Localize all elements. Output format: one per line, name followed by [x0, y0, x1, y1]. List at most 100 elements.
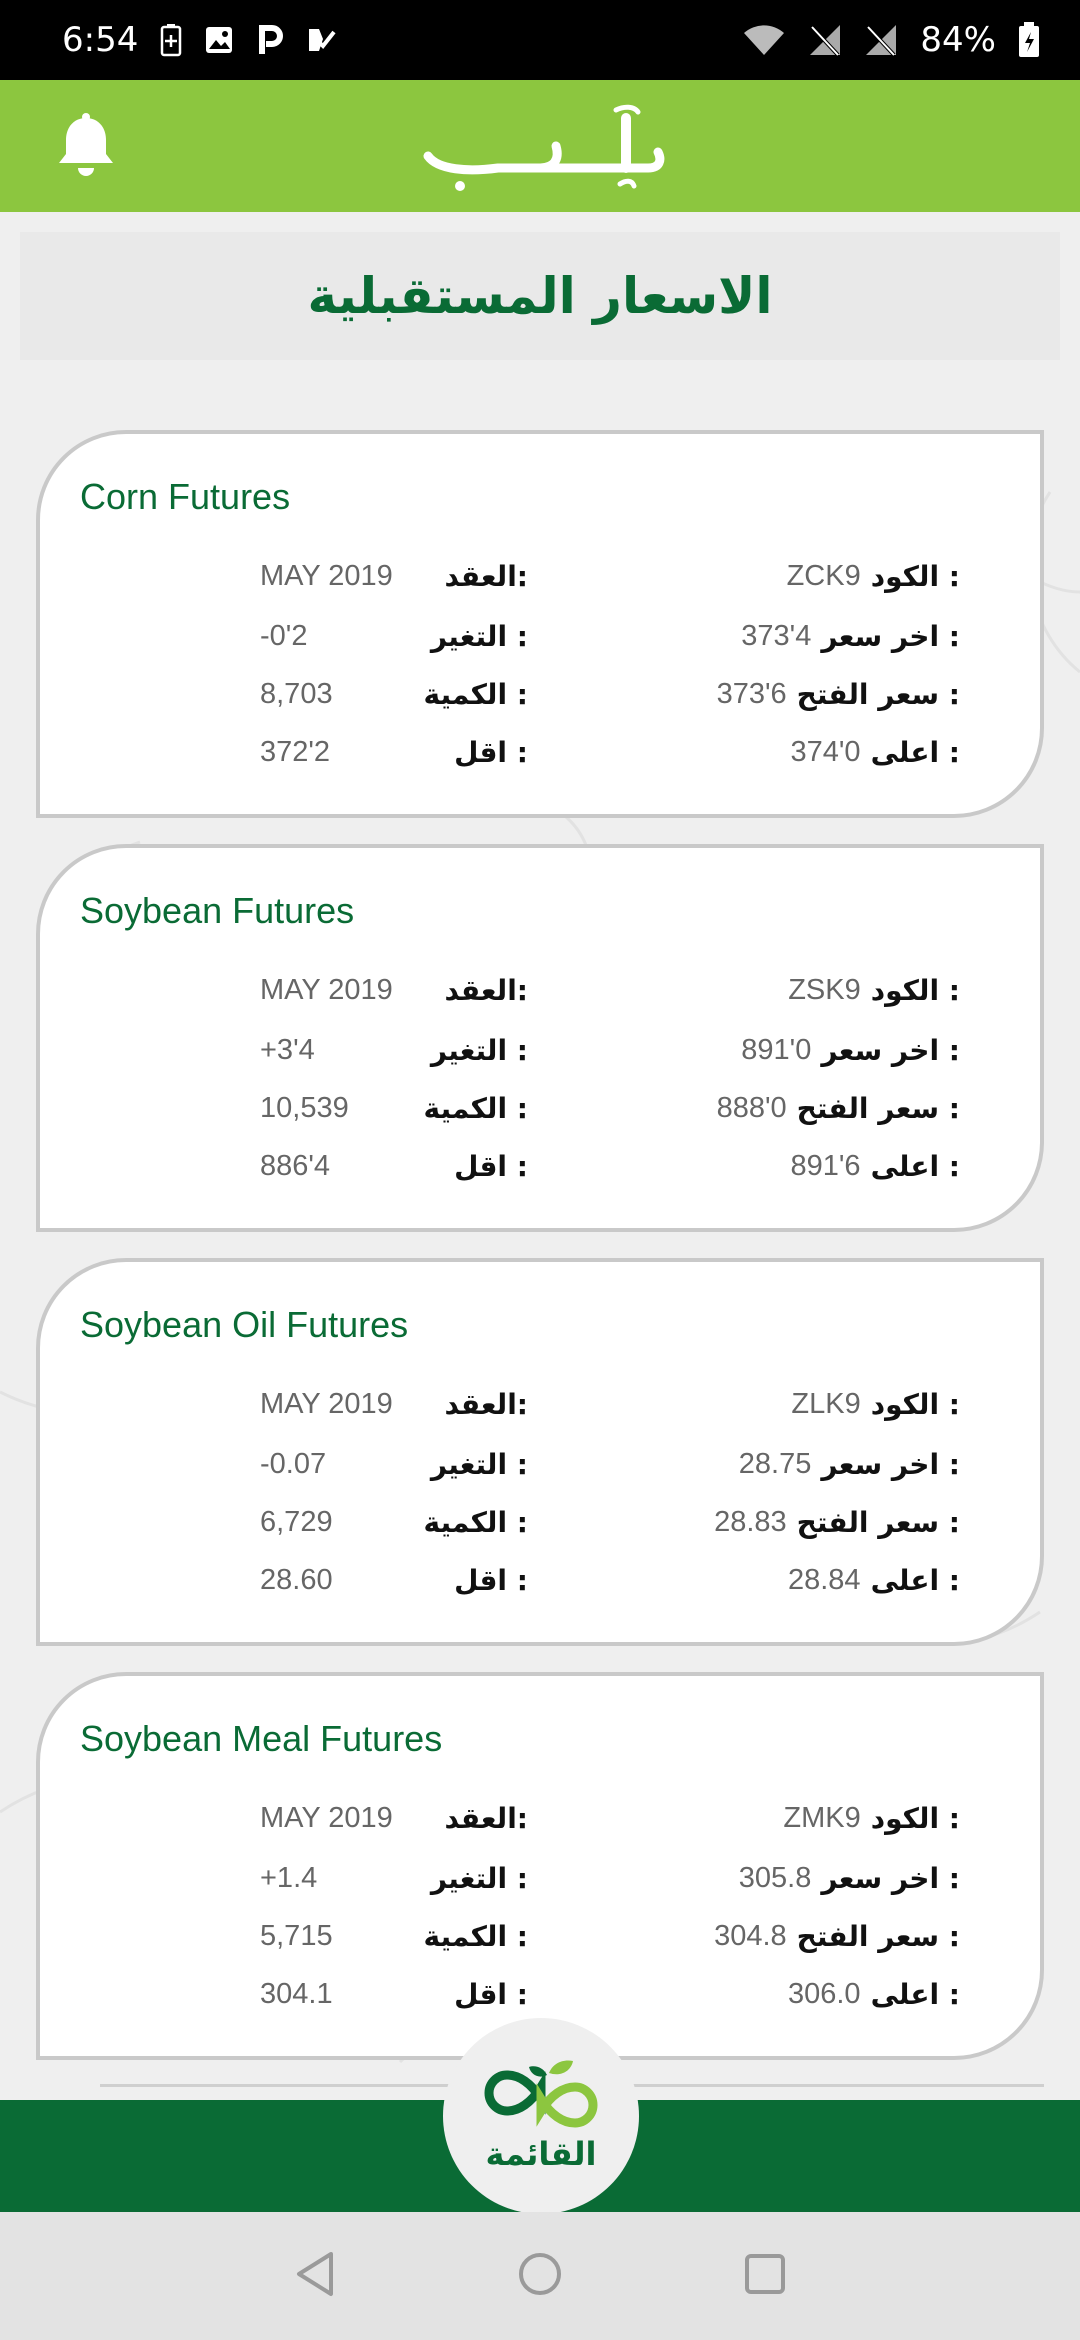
- contract-label: العقد:: [444, 1801, 528, 1835]
- field-code: ZCK9 الكود :: [787, 554, 960, 598]
- code-label: الكود :: [870, 1387, 960, 1421]
- open-price-label: سعر الفتح :: [796, 677, 960, 711]
- futures-card-corn[interactable]: Corn Futures ZCK9 الكود : 373'4 اخر سعر …: [36, 430, 1044, 818]
- open-price-value: 888'0: [716, 1091, 787, 1124]
- contract-value: MAY 2019: [260, 1801, 393, 1834]
- field-volume: 8,703 الكمية :: [260, 672, 528, 716]
- contract-label: العقد:: [444, 1387, 528, 1421]
- high-label: اعلى :: [870, 1563, 960, 1597]
- last-price-label: اخر سعر :: [821, 1861, 960, 1895]
- field-volume: 10,539 الكمية :: [260, 1086, 528, 1130]
- card-title: Soybean Futures: [80, 890, 355, 931]
- low-label: اقل :: [454, 1563, 528, 1597]
- field-volume: 5,715 الكمية :: [260, 1914, 528, 1958]
- low-label: اقل :: [454, 735, 528, 769]
- field-open-price: 304.8 سعر الفتح :: [714, 1914, 960, 1958]
- code-label: الكود :: [870, 1801, 960, 1835]
- last-price-label: اخر سعر :: [821, 1033, 960, 1067]
- field-high: 374'0 اعلى :: [791, 730, 961, 774]
- no-signal-icon: [808, 23, 842, 57]
- high-value: 28.84: [787, 1563, 861, 1596]
- status-right: 84%: [742, 20, 1040, 60]
- menu-label: القائمة: [485, 2135, 597, 2173]
- field-open-price: 888'0 سعر الفتح :: [717, 1086, 960, 1130]
- low-value: 886'4: [260, 1149, 331, 1182]
- field-open-price: 28.83 سعر الفتح :: [714, 1500, 960, 1544]
- contract-label: العقد:: [444, 973, 528, 1007]
- code-value: ZSK9: [788, 973, 861, 1006]
- field-volume: 6,729 الكمية :: [260, 1500, 528, 1544]
- change-label: التغير :: [430, 1033, 528, 1067]
- open-price-value: 28.83: [714, 1505, 787, 1538]
- field-change: +1.4 التغير :: [260, 1856, 528, 1900]
- volume-value: 8,703: [260, 677, 333, 710]
- change-value: -0.07: [260, 1447, 327, 1480]
- image-icon: [204, 25, 234, 55]
- field-change: -0'2 التغير :: [260, 614, 528, 658]
- card-title: Corn Futures: [80, 476, 291, 517]
- field-open-price: 373'6 سعر الفتح :: [717, 672, 960, 716]
- code-value: ZLK9: [791, 1387, 861, 1420]
- field-low: 28.60 اقل :: [260, 1558, 528, 1602]
- field-code: ZLK9 الكود :: [791, 1382, 960, 1426]
- volume-value: 5,715: [260, 1919, 333, 1952]
- card-title: Soybean Oil Futures: [80, 1304, 409, 1345]
- last-price-value: 305.8: [738, 1861, 812, 1894]
- change-label: التغير :: [430, 1447, 528, 1481]
- low-value: 372'2: [260, 735, 331, 768]
- field-high: 28.84 اعلى :: [788, 1558, 960, 1602]
- recents-icon[interactable]: [743, 2252, 787, 2300]
- card-title: Soybean Meal Futures: [80, 1718, 443, 1759]
- open-price-value: 304.8: [714, 1919, 787, 1952]
- futures-card-soybean-oil[interactable]: Soybean Oil Futures ZLK9 الكود : 28.75 ا…: [36, 1258, 1044, 1646]
- open-price-value: 373'6: [716, 677, 787, 710]
- battery-saver-icon: [160, 23, 182, 57]
- high-value: 374'0: [790, 735, 861, 768]
- futures-card-soybean[interactable]: Soybean Futures ZSK9 الكود : 891'0 اخر س…: [36, 844, 1044, 1232]
- field-last-price: 28.75 اخر سعر :: [739, 1442, 960, 1486]
- home-icon[interactable]: [517, 2251, 563, 2301]
- field-low: 304.1 اقل :: [260, 1972, 528, 2016]
- field-last-price: 373'4 اخر سعر :: [741, 614, 960, 658]
- change-value: +1.4: [260, 1861, 318, 1894]
- change-value: -0'2: [260, 619, 308, 652]
- last-price-value: 28.75: [738, 1447, 812, 1480]
- low-value: 28.60: [260, 1563, 333, 1596]
- field-change: -0.07 التغير :: [260, 1442, 528, 1486]
- last-price-label: اخر سعر :: [821, 1447, 960, 1481]
- field-high: 891'6 اعلى :: [791, 1144, 961, 1188]
- menu-logo-icon: [484, 2060, 598, 2128]
- volume-label: الكمية :: [423, 1505, 528, 1539]
- change-label: التغير :: [430, 619, 528, 653]
- low-value: 304.1: [260, 1977, 333, 2010]
- back-icon[interactable]: [293, 2250, 337, 2302]
- field-contract: MAY 2019 العقد:: [260, 1796, 528, 1840]
- futures-card-soybean-meal[interactable]: Soybean Meal Futures ZMK9 الكود : 305.8 …: [36, 1672, 1044, 2060]
- code-value: ZCK9: [786, 559, 861, 592]
- no-signal-icon-2: [864, 23, 898, 57]
- notification-bell-icon[interactable]: [56, 112, 116, 180]
- contract-value: MAY 2019: [260, 1387, 393, 1420]
- app-logo: [420, 98, 680, 198]
- open-price-label: سعر الفتح :: [796, 1505, 960, 1539]
- code-label: الكود :: [870, 973, 960, 1007]
- page-title-band: الاسعار المستقبلية: [20, 232, 1060, 360]
- page-title: الاسعار المستقبلية: [307, 267, 773, 325]
- volume-value: 6,729: [260, 1505, 333, 1538]
- high-value: 891'6: [790, 1149, 861, 1182]
- status-left: 6:54: [62, 20, 336, 60]
- volume-label: الكمية :: [423, 1919, 528, 1953]
- low-label: اقل :: [454, 1149, 528, 1183]
- code-value: ZMK9: [783, 1801, 861, 1834]
- menu-button[interactable]: القائمة: [443, 2018, 639, 2214]
- battery-charging-icon: [1018, 22, 1040, 58]
- system-navigation-bar: [0, 2212, 1080, 2340]
- contract-value: MAY 2019: [260, 559, 393, 592]
- wifi-icon: [742, 23, 786, 57]
- status-time: 6:54: [62, 20, 139, 60]
- high-value: 306.0: [787, 1977, 861, 2010]
- field-low: 886'4 اقل :: [260, 1144, 528, 1188]
- battery-percent: 84%: [920, 20, 996, 60]
- logo-mark: [423, 104, 665, 191]
- field-contract: MAY 2019 العقد:: [260, 1382, 528, 1426]
